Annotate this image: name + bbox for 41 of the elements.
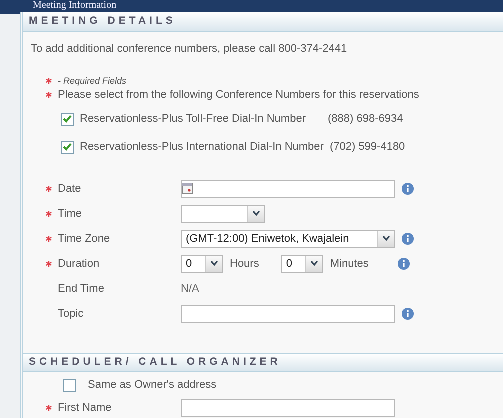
field-value: N/A (181, 282, 200, 294)
checkbox[interactable] (61, 112, 74, 126)
phone-number: (888) 698-6934 (328, 113, 404, 125)
field-label: Time (58, 208, 84, 220)
dropdown[interactable]: (GMT-12:00) Eniwetok, Kwajalein (181, 230, 395, 248)
info-icon[interactable] (402, 232, 414, 244)
dropdown[interactable] (181, 204, 265, 222)
info-text: To add additional conference numbers, please call 800-374-2441 (30, 42, 348, 56)
checkbox[interactable] (63, 378, 76, 392)
required-note: - Required Fields (58, 75, 127, 88)
caret-icon (382, 236, 390, 241)
required-icon (46, 92, 52, 98)
field-label: Date (58, 182, 82, 194)
field-label: End Time (58, 282, 106, 294)
info-icon[interactable] (402, 308, 414, 320)
section-header: MEETING DETAILS (23, 12, 503, 32)
dropdown[interactable]: 0 (181, 254, 223, 272)
checkbox[interactable] (61, 140, 74, 154)
caret-icon (210, 261, 218, 266)
instruction-text: Please select from the following Conference Numbers for this reservations (58, 88, 420, 102)
section-header: SCHEDULER/ CALL ORGANIZER (23, 353, 503, 372)
date-field[interactable] (181, 180, 395, 198)
info-icon[interactable] (398, 258, 410, 270)
checkbox-label: Same as Owner's address (88, 379, 217, 391)
caret-icon (252, 211, 260, 216)
unit-label: Minutes (330, 258, 369, 270)
caret-icon (310, 261, 318, 266)
checkbox-label: Reservationless-Plus Toll-Free Dial-In Number (80, 113, 306, 125)
phone-number: (702) 599-4180 (330, 141, 406, 153)
required-icon (46, 78, 52, 84)
field-label: Duration (58, 258, 101, 270)
input-field[interactable] (181, 304, 395, 322)
unit-label: Hours (230, 258, 260, 270)
calendar-icon[interactable] (182, 183, 193, 194)
field-label: Time Zone (58, 232, 112, 244)
info-icon[interactable] (402, 182, 414, 194)
field-label: First Name (58, 402, 113, 414)
input-field[interactable] (181, 398, 395, 416)
dropdown[interactable]: 0 (281, 254, 324, 272)
checkbox-label: Reservationless-Plus International Dial-In Number (80, 141, 324, 153)
field-label: Topic (58, 308, 85, 320)
